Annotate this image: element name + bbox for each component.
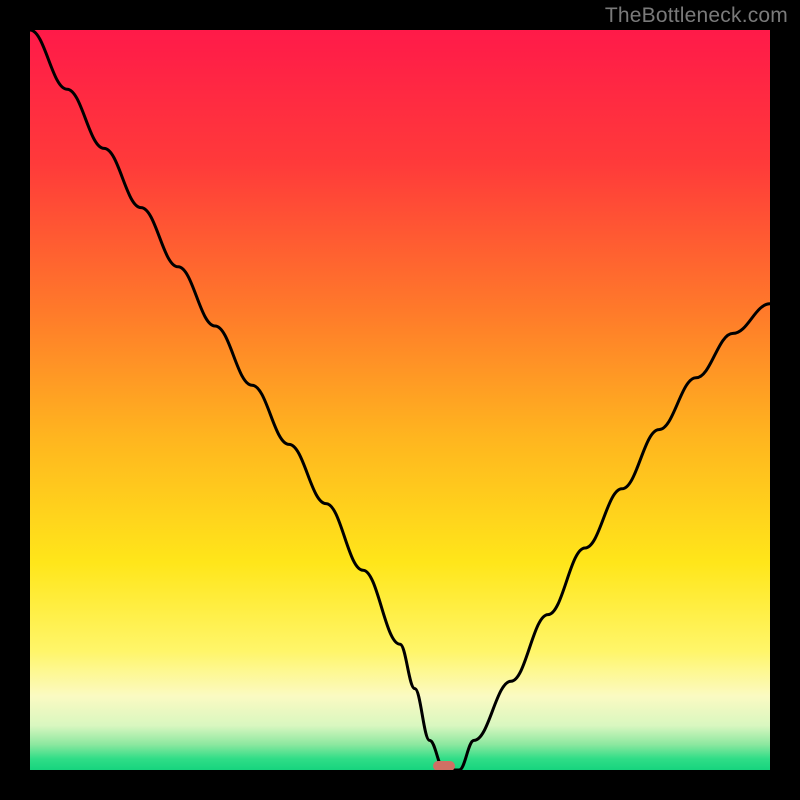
watermark-text: TheBottleneck.com xyxy=(605,4,788,28)
background-gradient xyxy=(30,30,770,770)
optimum-marker xyxy=(433,761,455,770)
outer-frame: TheBottleneck.com xyxy=(0,0,800,800)
plot-area xyxy=(30,30,770,770)
